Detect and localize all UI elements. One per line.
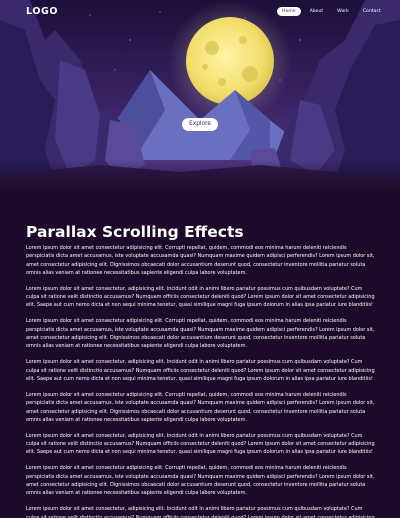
content-paragraph: Lorem ipsum dolor sit amet consectetur, …: [26, 285, 375, 309]
content-paragraph: Lorem ipsum dolor sit amet consectetur a…: [26, 318, 375, 350]
site-logo[interactable]: LOGO: [26, 6, 58, 17]
main-content: Parallax Scrolling Effects Lorem ipsum d…: [26, 222, 376, 518]
page-title: Parallax Scrolling Effects: [26, 223, 244, 241]
nav-link-about[interactable]: About: [305, 7, 329, 16]
content-paragraph: Lorem ipsum dolor sit amet consectetur a…: [26, 391, 375, 423]
explore-button[interactable]: Explore: [182, 118, 218, 131]
nav-link-home[interactable]: Home: [277, 7, 301, 16]
moon-illustration: [186, 17, 274, 105]
content-paragraph: Lorem ipsum dolor sit amet consectetur, …: [26, 506, 375, 518]
nav-link-work[interactable]: Work: [332, 7, 354, 16]
night-mountain-illustration: [0, 0, 400, 196]
hero-banner: LOGO Home About Work Contact Explore: [0, 0, 400, 196]
nav-links: Home About Work Contact: [277, 7, 390, 16]
content-paragraph: Lorem ipsum dolor sit amet consectetur a…: [26, 245, 375, 276]
nav-link-contact[interactable]: Contact: [358, 7, 386, 16]
content-paragraph: Lorem ipsum dolor sit amet consectetur a…: [26, 465, 375, 497]
content-paragraph: Lorem ipsum dolor sit amet consectetur, …: [26, 432, 375, 456]
content-paragraph: Lorem ipsum dolor sit amet consectetur, …: [26, 359, 375, 382]
top-navigation: LOGO Home About Work Contact: [0, 0, 400, 22]
